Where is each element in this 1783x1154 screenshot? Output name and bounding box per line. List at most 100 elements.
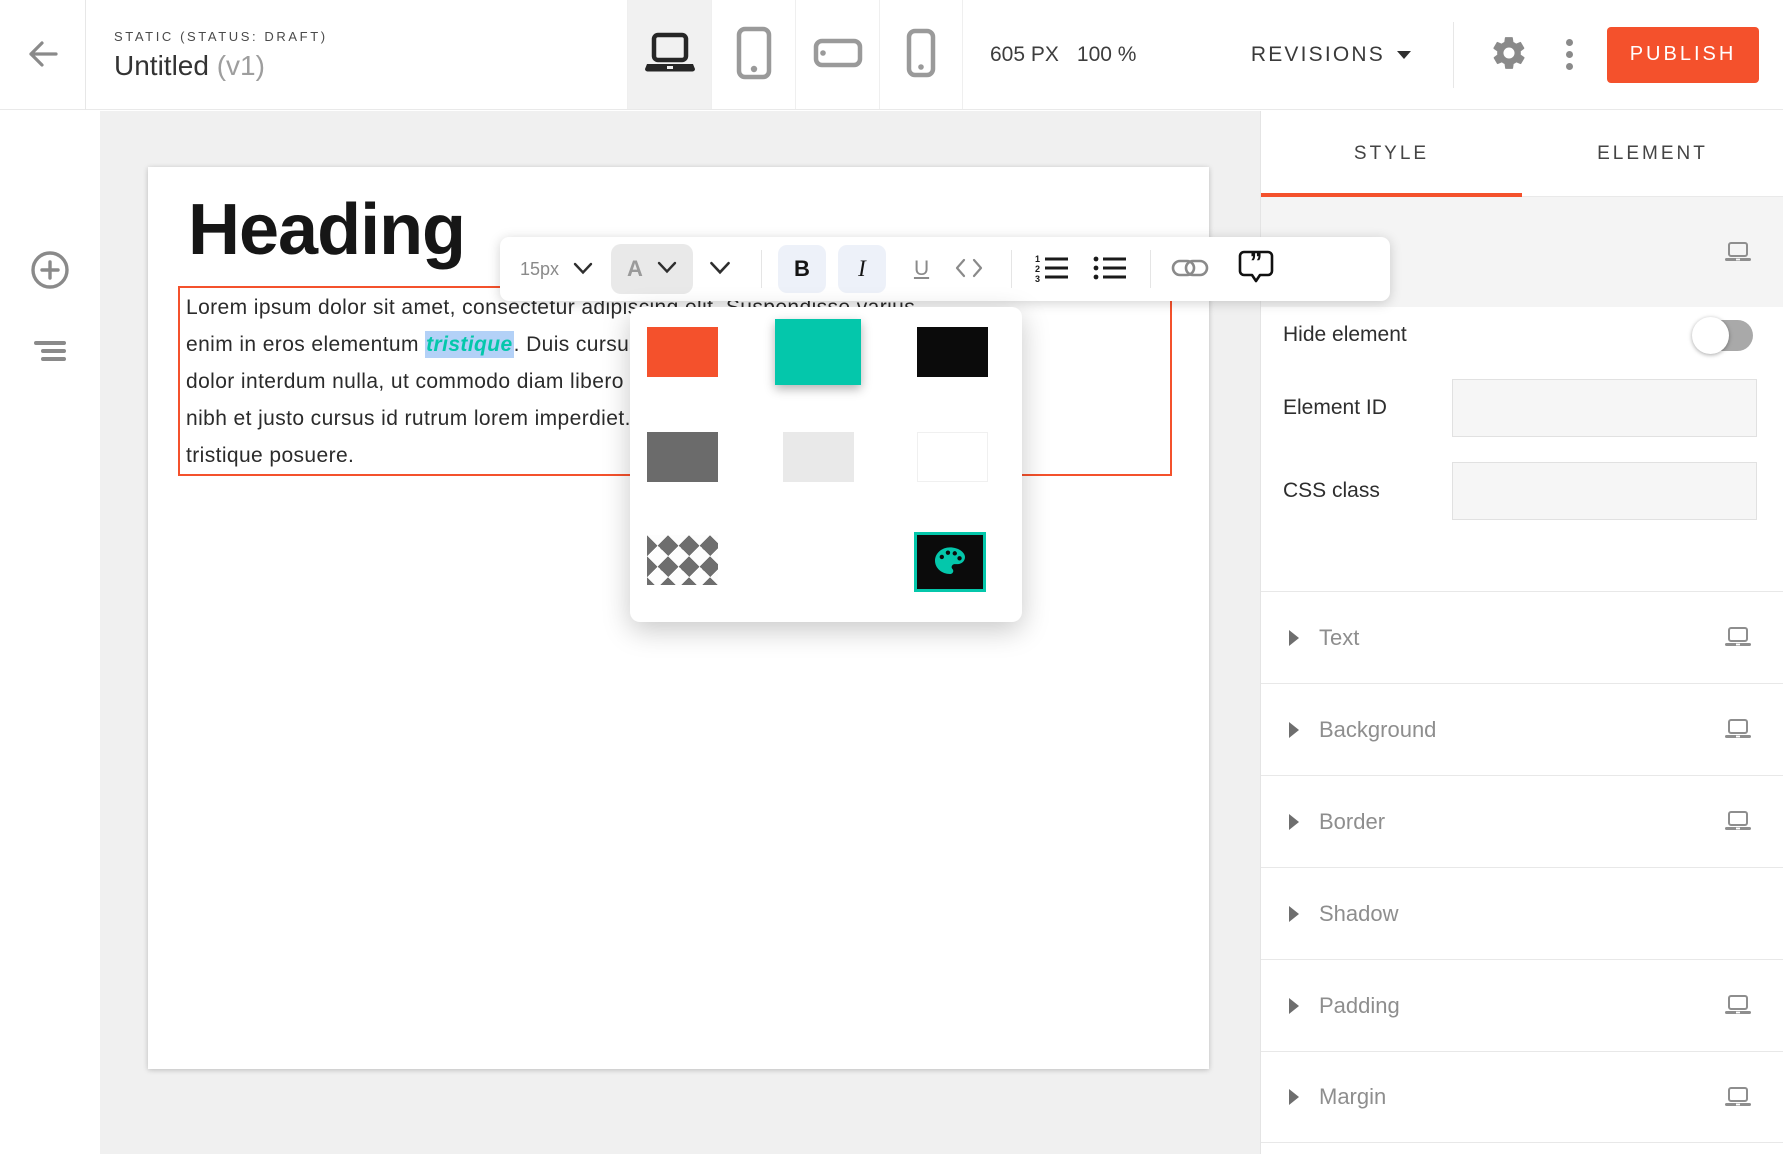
hide-element-label: Hide element bbox=[1283, 323, 1407, 347]
document-version: (v1) bbox=[217, 50, 265, 81]
document-title-text: Untitled bbox=[114, 50, 209, 81]
page-builder-app: STATIC (STATUS: DRAFT) Untitled (v1) bbox=[0, 0, 1783, 1154]
section-padding[interactable]: Padding bbox=[1261, 959, 1783, 1051]
back-arrow-icon bbox=[26, 39, 60, 72]
zoom-level-value: 100 % bbox=[1077, 43, 1137, 67]
bold-button[interactable]: B bbox=[778, 245, 826, 293]
device-preview-switcher bbox=[627, 0, 963, 109]
laptop-icon bbox=[1723, 717, 1753, 742]
outline-list-icon bbox=[33, 339, 67, 368]
section-text[interactable]: Text bbox=[1261, 591, 1783, 683]
svg-text:1: 1 bbox=[1035, 254, 1040, 264]
svg-text:3: 3 bbox=[1035, 274, 1040, 282]
section-shadow[interactable]: Shadow bbox=[1261, 867, 1783, 959]
caret-down-icon bbox=[1397, 51, 1411, 59]
toolbar-divider bbox=[761, 250, 762, 288]
numbered-list-icon: 123 bbox=[1034, 254, 1070, 285]
revisions-label: REVISIONS bbox=[1251, 43, 1385, 67]
code-button[interactable] bbox=[953, 257, 985, 282]
link-button[interactable] bbox=[1171, 256, 1209, 283]
element-id-input[interactable] bbox=[1452, 379, 1757, 437]
section-border[interactable]: Border bbox=[1261, 775, 1783, 867]
font-size-value: 15px bbox=[520, 259, 559, 280]
color-swatch-transparent[interactable] bbox=[647, 535, 718, 585]
publish-button[interactable]: PUBLISH bbox=[1607, 27, 1759, 83]
color-picker-popup bbox=[630, 307, 1022, 622]
bullet-list-icon bbox=[1092, 254, 1128, 285]
highlighted-word: tristique bbox=[425, 331, 513, 358]
laptop-icon bbox=[1723, 993, 1753, 1018]
chevron-right-icon bbox=[1289, 722, 1299, 738]
color-swatch-light-gray[interactable] bbox=[783, 432, 854, 482]
topbar: STATIC (STATUS: DRAFT) Untitled (v1) bbox=[0, 0, 1783, 110]
svg-text:”: ” bbox=[1250, 250, 1263, 277]
style-sections: Text Background Border Shadow Padding bbox=[1261, 591, 1783, 1143]
hide-element-toggle[interactable] bbox=[1695, 320, 1753, 351]
element-id-label: Element ID bbox=[1283, 396, 1387, 420]
custom-color-button[interactable] bbox=[914, 532, 986, 592]
quote-icon: ” bbox=[1237, 250, 1275, 289]
color-swatch-white[interactable] bbox=[917, 432, 988, 482]
ordered-list-button[interactable]: 123 bbox=[1034, 254, 1070, 285]
heading-element[interactable]: Heading bbox=[188, 189, 465, 271]
topbar-divider bbox=[1453, 22, 1454, 88]
laptop-icon bbox=[642, 31, 698, 78]
canvas-width-value: 605 PX bbox=[990, 43, 1059, 67]
chevron-right-icon bbox=[1289, 630, 1299, 646]
plus-circle-icon bbox=[29, 249, 71, 294]
chevron-down-icon bbox=[709, 261, 731, 278]
chevron-right-icon bbox=[1289, 998, 1299, 1014]
topbar-left: STATIC (STATUS: DRAFT) Untitled (v1) bbox=[0, 0, 328, 110]
tablet-icon bbox=[735, 26, 773, 83]
kebab-icon bbox=[1566, 39, 1573, 46]
device-phone-landscape-button[interactable] bbox=[795, 0, 879, 109]
left-sidebar bbox=[0, 111, 100, 1154]
chevron-right-icon bbox=[1289, 906, 1299, 922]
tab-style[interactable]: STYLE bbox=[1261, 111, 1522, 196]
chevron-down-icon bbox=[573, 259, 593, 280]
status-label: STATIC (STATUS: DRAFT) bbox=[114, 29, 328, 44]
code-icon bbox=[953, 257, 985, 282]
panel-tabs: STYLE ELEMENT bbox=[1261, 111, 1783, 197]
back-button[interactable] bbox=[0, 0, 86, 110]
color-swatch-teal-selected[interactable] bbox=[775, 319, 861, 385]
chevron-right-icon bbox=[1289, 1089, 1299, 1105]
canvas-dimensions: 605 PX 100 % bbox=[990, 0, 1136, 109]
underline-button[interactable]: U bbox=[914, 257, 929, 281]
section-background[interactable]: Background bbox=[1261, 683, 1783, 775]
device-desktop-button[interactable] bbox=[627, 0, 711, 109]
quote-button[interactable]: ” bbox=[1237, 250, 1275, 289]
toolbar-divider bbox=[1011, 250, 1012, 288]
bullet-list-button[interactable] bbox=[1092, 254, 1128, 285]
highlight-color-dropdown[interactable] bbox=[709, 261, 731, 278]
device-tablet-button[interactable] bbox=[711, 0, 795, 109]
phone-portrait-icon bbox=[905, 28, 937, 81]
font-size-dropdown[interactable]: 15px bbox=[520, 259, 593, 280]
revisions-dropdown[interactable]: REVISIONS bbox=[1251, 43, 1411, 67]
color-swatch-dark-gray[interactable] bbox=[647, 432, 718, 482]
section-margin[interactable]: Margin bbox=[1261, 1051, 1783, 1143]
laptop-icon bbox=[1723, 1085, 1753, 1110]
text-color-dropdown[interactable]: A bbox=[611, 244, 693, 294]
element-id-row: Element ID bbox=[1261, 379, 1783, 437]
italic-button[interactable]: I bbox=[838, 245, 886, 293]
tab-element[interactable]: ELEMENT bbox=[1522, 111, 1783, 196]
text-format-toolbar: 15px A B I U 123 bbox=[500, 237, 1390, 301]
topbar-right: REVISIONS PUBLISH bbox=[1251, 0, 1783, 109]
add-element-button[interactable] bbox=[29, 249, 71, 294]
document-title-block: STATIC (STATUS: DRAFT) Untitled (v1) bbox=[86, 29, 328, 82]
device-phone-button[interactable] bbox=[879, 0, 963, 109]
color-swatch-orange[interactable] bbox=[647, 327, 718, 377]
chevron-right-icon bbox=[1289, 814, 1299, 830]
more-options-button[interactable] bbox=[1566, 39, 1573, 70]
link-icon bbox=[1171, 256, 1209, 283]
gear-icon bbox=[1490, 34, 1528, 75]
css-class-input[interactable] bbox=[1452, 462, 1757, 520]
outline-button[interactable] bbox=[33, 339, 67, 368]
toolbar-divider bbox=[1150, 250, 1151, 288]
settings-button[interactable] bbox=[1490, 34, 1528, 75]
color-swatch-black[interactable] bbox=[917, 327, 988, 377]
hide-element-row: Hide element bbox=[1261, 309, 1783, 361]
document-title: Untitled (v1) bbox=[114, 50, 328, 82]
css-class-label: CSS class bbox=[1283, 479, 1380, 503]
